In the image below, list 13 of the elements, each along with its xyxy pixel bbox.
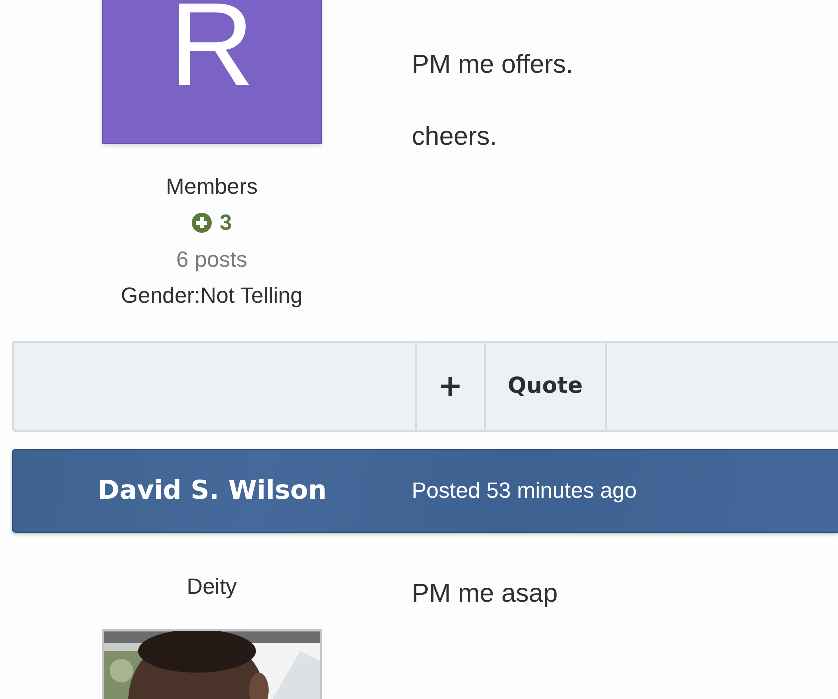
author-name[interactable]: David S. Wilson <box>98 476 327 506</box>
post-count: 6 posts <box>176 246 248 274</box>
reputation-count: 3 <box>220 210 232 236</box>
post-text: cheers. <box>412 120 498 153</box>
post-text: PM me asap <box>412 577 559 610</box>
gender-info: Gender:Not Telling <box>121 282 303 310</box>
member-group: Members <box>166 169 258 205</box>
member-group: Deity <box>186 569 238 605</box>
plus-circle-icon <box>192 213 212 233</box>
quote-button[interactable]: Quote <box>484 343 607 430</box>
avatar-letter: R <box>169 3 255 88</box>
post-text: PM me offers. <box>412 48 574 81</box>
post-date: Posted 53 minutes ago <box>412 478 638 504</box>
